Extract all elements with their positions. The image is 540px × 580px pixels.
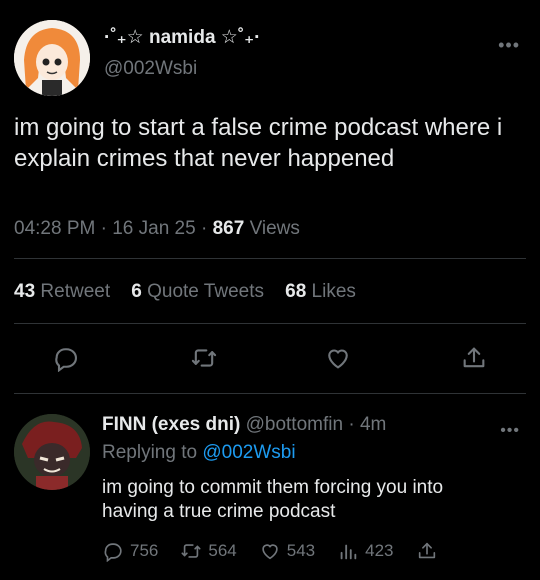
likes-stat[interactable]: 68 Likes bbox=[285, 281, 356, 302]
reply-retweets-count: 564 bbox=[208, 541, 237, 560]
meta-separator: · bbox=[200, 218, 213, 239]
reply-author-handle[interactable]: @bottomfin bbox=[246, 414, 343, 435]
reply-action-bar: 756 564 543 423 bbox=[102, 540, 460, 563]
tweet-meta: 04:28 PM · 16 Jan 25 · 867 Views bbox=[14, 218, 300, 240]
meta-separator: · bbox=[100, 218, 113, 239]
divider bbox=[14, 258, 526, 259]
retweets-stat[interactable]: 43 Retweet bbox=[14, 281, 115, 302]
share-icon[interactable] bbox=[460, 344, 488, 372]
meta-separator: · bbox=[348, 414, 355, 435]
likes-label: Likes bbox=[311, 281, 356, 302]
author-name[interactable]: ·˚₊☆ namida ☆˚₊· bbox=[104, 26, 261, 49]
reply-retweet-button[interactable]: 564 bbox=[180, 540, 237, 562]
share-icon[interactable] bbox=[416, 540, 438, 562]
reply-like-button[interactable]: 543 bbox=[259, 540, 315, 562]
reply-views-count: 423 bbox=[365, 541, 394, 560]
retweets-label: Retweet bbox=[40, 281, 111, 302]
replying-to-handle[interactable]: @002Wsbi bbox=[202, 442, 295, 463]
reply-share-button[interactable] bbox=[416, 540, 438, 562]
stats-row: 43 Retweet 6 Quote Tweets 68 Likes bbox=[14, 281, 356, 303]
quotes-stat[interactable]: 6 Quote Tweets bbox=[131, 281, 269, 302]
reply-views-button[interactable]: 423 bbox=[337, 540, 394, 562]
more-icon[interactable]: ••• bbox=[498, 36, 520, 54]
retweet-icon[interactable] bbox=[190, 344, 218, 372]
author-handle[interactable]: @002Wsbi bbox=[104, 58, 197, 80]
views-icon[interactable] bbox=[337, 540, 359, 562]
divider bbox=[14, 323, 526, 324]
reply-replies-count: 756 bbox=[130, 541, 159, 560]
retweet-icon[interactable] bbox=[180, 540, 202, 562]
retweets-count: 43 bbox=[14, 281, 36, 302]
replying-to-label: Replying to bbox=[102, 442, 198, 463]
quotes-label: Quote Tweets bbox=[147, 281, 264, 302]
reply-author-name[interactable]: FINN (exes dni) bbox=[102, 414, 240, 435]
tweet-date[interactable]: 16 Jan 25 bbox=[112, 218, 195, 239]
like-icon[interactable] bbox=[324, 344, 352, 372]
tweet-time[interactable]: 04:28 PM bbox=[14, 218, 95, 239]
reply-more-icon[interactable]: ••• bbox=[500, 423, 520, 439]
replying-to: Replying to @002Wsbi bbox=[102, 442, 296, 464]
reply-text: im going to commit them forcing you into… bbox=[102, 477, 444, 522]
like-icon[interactable] bbox=[259, 540, 281, 562]
quotes-count: 6 bbox=[131, 281, 142, 302]
reply-time[interactable]: 4m bbox=[360, 414, 386, 435]
reply-author-avatar[interactable] bbox=[14, 414, 90, 490]
views-count: 867 bbox=[212, 218, 245, 239]
reply-reply-button[interactable]: 756 bbox=[102, 540, 159, 563]
author-avatar[interactable] bbox=[14, 20, 90, 96]
reply-header: FINN (exes dni) @bottomfin · 4m bbox=[102, 414, 386, 436]
tweet-text: im going to start a false crime podcast … bbox=[14, 114, 503, 172]
divider bbox=[14, 393, 526, 394]
reply-icon[interactable] bbox=[52, 344, 80, 373]
views-label: Views bbox=[249, 218, 300, 239]
likes-count: 68 bbox=[285, 281, 307, 302]
reply-likes-count: 543 bbox=[286, 541, 316, 560]
reply-icon[interactable] bbox=[102, 540, 124, 563]
